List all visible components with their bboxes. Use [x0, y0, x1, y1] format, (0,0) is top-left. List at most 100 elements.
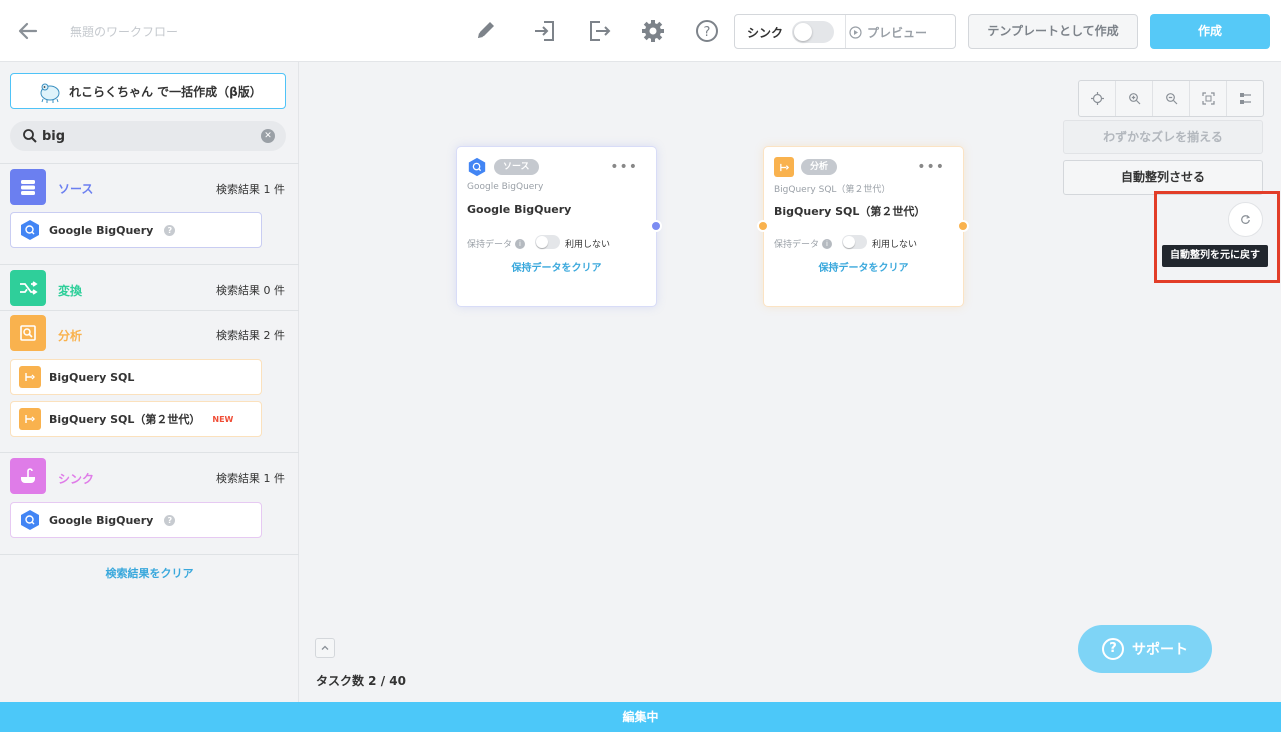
top-bar: 無題のワークフロー ? シンク プレビュー テンプレートとして作成 作成: [0, 0, 1281, 62]
sync-preview-group: シンク プレビュー: [734, 14, 956, 49]
create-as-template-button[interactable]: テンプレートとして作成: [968, 14, 1138, 49]
bulk-create-label: れこらくちゃん で一括作成（β版）: [69, 84, 262, 99]
bigquery-sql-icon: [774, 157, 794, 177]
analysis-item-label: BigQuery SQL（第２世代）: [49, 413, 201, 426]
search-box: ✕: [10, 121, 286, 151]
keep-data-label: 保持データ i: [467, 237, 526, 250]
output-port[interactable]: [957, 220, 969, 232]
divider: [0, 310, 299, 311]
help-icon[interactable]: ?: [693, 17, 721, 45]
layout-options-button[interactable]: [1227, 81, 1263, 116]
sink-category-name: シンク: [58, 472, 95, 486]
task-count: タスク数 2 / 40: [316, 674, 406, 688]
source-item-google-bigquery[interactable]: Google BigQuery?: [10, 212, 262, 248]
more-menu-icon[interactable]: •••: [917, 160, 945, 174]
import-icon[interactable]: [531, 17, 559, 45]
analysis-item-bigquery-sql-gen2[interactable]: BigQuery SQL（第２世代） NEW: [10, 401, 262, 437]
pencil-icon[interactable]: [471, 17, 499, 45]
preview-button[interactable]: プレビュー: [849, 24, 927, 41]
source-result-count: 検索結果 1 件: [216, 183, 285, 196]
source-item-label: Google BigQuery: [49, 223, 154, 237]
export-icon[interactable]: [585, 17, 613, 45]
help-icon[interactable]: ?: [164, 224, 176, 236]
bulk-create-button[interactable]: れこらくちゃん で一括作成（β版）: [10, 73, 286, 109]
align-small-offsets-button[interactable]: わずかなズレを揃える: [1063, 120, 1263, 154]
node-title: BigQuery SQL（第２世代）: [774, 205, 926, 218]
sink-category-icon: [10, 458, 46, 494]
canvas-toolbar: [1078, 80, 1264, 117]
analysis-category-icon: [10, 315, 46, 351]
keep-data-toggle[interactable]: [535, 235, 560, 249]
help-icon[interactable]: ?: [164, 514, 176, 526]
fit-view-button[interactable]: [1190, 81, 1227, 116]
sync-toggle-knob: [794, 23, 812, 41]
keep-data-text: 保持データ: [774, 240, 820, 250]
toggle-knob: [536, 236, 548, 248]
divider: [0, 452, 299, 453]
center-view-button[interactable]: [1079, 81, 1116, 116]
output-port[interactable]: [650, 220, 662, 232]
sink-item-google-bigquery[interactable]: Google BigQuery?: [10, 502, 262, 538]
analysis-node[interactable]: 分析 ••• BigQuery SQL（第２世代） BigQuery SQL（第…: [764, 147, 963, 306]
mascot-icon: [40, 83, 60, 103]
analysis-result-count: 検索結果 2 件: [216, 329, 285, 342]
preview-label: プレビュー: [867, 26, 928, 40]
zoom-in-button[interactable]: [1116, 81, 1153, 116]
toggle-state-label: 利用しない: [565, 240, 611, 250]
gear-icon[interactable]: [639, 17, 667, 45]
more-menu-icon[interactable]: •••: [610, 160, 638, 174]
sync-label: シンク: [747, 26, 784, 40]
bigquery-sql-icon: [19, 366, 41, 388]
workflow-name[interactable]: 無題のワークフロー: [70, 23, 178, 40]
keep-data-toggle[interactable]: [842, 235, 867, 249]
toggle-state-label: 利用しない: [872, 240, 918, 250]
support-button[interactable]: ? サポート: [1078, 625, 1212, 673]
clear-search-icon[interactable]: ✕: [261, 129, 275, 143]
clear-kept-data-link[interactable]: 保持データをクリア: [457, 259, 656, 274]
play-circle-icon: [849, 26, 862, 39]
search-icon: [23, 129, 37, 143]
collapse-panel-button[interactable]: [315, 638, 335, 658]
clear-search-results-link[interactable]: 検索結果をクリア: [0, 565, 299, 581]
divider: [0, 264, 299, 265]
source-category-name: ソース: [58, 182, 94, 196]
svg-text:?: ?: [704, 25, 711, 40]
sink-item-label: Google BigQuery: [49, 513, 154, 527]
divider: [0, 163, 299, 164]
zoom-out-icon: [1165, 93, 1177, 105]
workflow-canvas[interactable]: ソース ••• Google BigQuery Google BigQuery …: [299, 62, 1281, 702]
source-category-icon: [10, 169, 46, 205]
transform-result-count: 検索結果 0 件: [216, 284, 285, 297]
search-input[interactable]: [42, 127, 252, 145]
layout-icon: [1239, 93, 1251, 104]
support-label: サポート: [1132, 642, 1188, 658]
transform-category-name: 変換: [58, 284, 83, 298]
zoom-in-icon: [1128, 93, 1140, 105]
task-sidebar: れこらくちゃん で一括作成（β版） ✕ ソース 検索結果 1 件 Google …: [0, 62, 299, 702]
bigquery-sql-icon: [19, 408, 41, 430]
sync-toggle[interactable]: [792, 21, 834, 43]
info-icon[interactable]: i: [822, 238, 833, 249]
create-button[interactable]: 作成: [1150, 14, 1270, 49]
zoom-out-button[interactable]: [1153, 81, 1190, 116]
info-icon[interactable]: i: [515, 238, 526, 249]
undo-circle-icon: [1241, 215, 1251, 224]
keep-data-label: 保持データ i: [774, 237, 833, 250]
transform-category-icon: [10, 270, 46, 306]
input-port[interactable]: [757, 220, 769, 232]
analysis-item-label: BigQuery SQL: [49, 370, 135, 384]
clear-kept-data-link[interactable]: 保持データをクリア: [764, 259, 963, 274]
node-title: Google BigQuery: [467, 203, 572, 216]
auto-align-button[interactable]: 自動整列させる: [1063, 160, 1263, 195]
analysis-item-bigquery-sql[interactable]: BigQuery SQL: [10, 359, 262, 395]
crosshair-icon: [1090, 92, 1104, 105]
undo-auto-align-tooltip: 自動整列を元に戻す: [1162, 245, 1268, 267]
highlight-box: [1154, 191, 1280, 283]
google-bigquery-icon: [21, 510, 39, 530]
back-arrow-icon[interactable]: [14, 17, 42, 45]
analysis-category-name: 分析: [58, 329, 83, 343]
new-badge: NEW: [212, 414, 234, 424]
sync-divider: [845, 15, 846, 48]
source-node[interactable]: ソース ••• Google BigQuery Google BigQuery …: [457, 147, 656, 306]
undo-auto-align-button[interactable]: [1228, 202, 1263, 237]
